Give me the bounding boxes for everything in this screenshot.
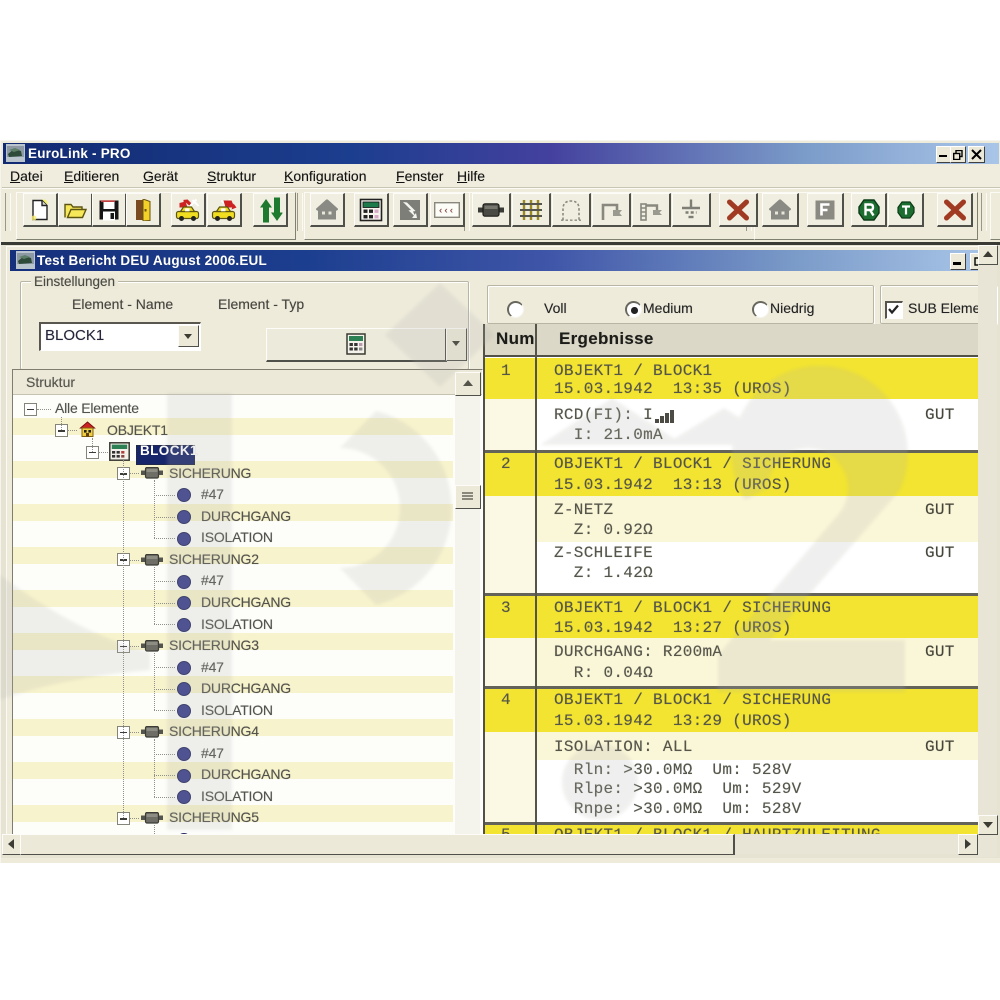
svg-text:‹‹‹: ‹‹‹ [438, 206, 454, 216]
